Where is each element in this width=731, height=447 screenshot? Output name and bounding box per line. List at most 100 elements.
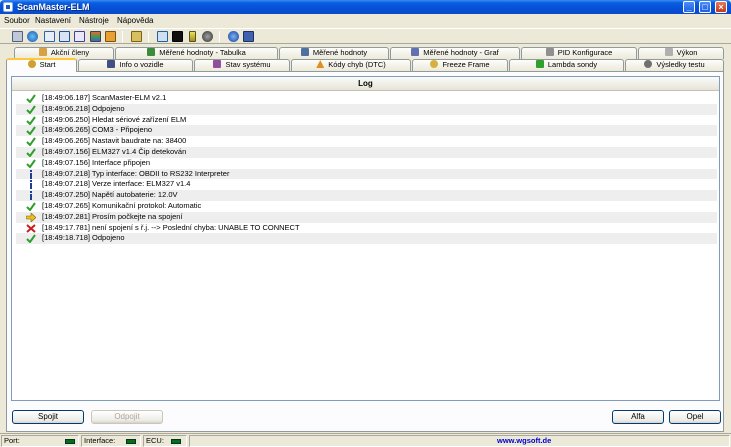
monitor-icon[interactable] (157, 31, 168, 42)
check-icon (26, 137, 36, 147)
lambda-icon (535, 60, 544, 68)
power-icon (664, 48, 673, 56)
interface-led (126, 439, 136, 444)
log-row[interactable]: [18:49:06.250] Hledat sériové zařízení E… (16, 115, 717, 126)
check-icon (26, 105, 36, 115)
battery-icon[interactable] (189, 31, 196, 42)
close-button[interactable]: × (715, 1, 727, 13)
tab-vysledky-testu[interactable]: Výsledky testu (625, 59, 724, 71)
status-bar: Port: Interface: ECU: www.wgsoft.de (0, 433, 731, 447)
settings-icon[interactable] (131, 31, 142, 42)
log-row-text: [18:49:06.265] Nastavit baudrate na: 384… (42, 136, 187, 146)
log-list[interactable]: Log [18:49:06.187] ScanMaster-ELM v2.1 [1… (11, 76, 720, 401)
start-icon (27, 60, 36, 68)
table-icon[interactable] (44, 31, 55, 42)
log-row-text: [18:49:07.250] Napětí autobaterie: 12.0V (42, 190, 178, 200)
tab-vykon[interactable]: Výkon (638, 47, 724, 59)
arrow-right-icon (25, 212, 37, 223)
record-icon[interactable] (202, 31, 213, 42)
menu-bar: Soubor Nastavení Nástroje Nápověda (0, 14, 731, 28)
log-row-text: [18:49:17.781] není spojení s ř.j. --> P… (42, 222, 300, 232)
ecu-led (171, 439, 181, 444)
tab-lambda-sondy[interactable]: Lambda sondy (509, 59, 624, 71)
log-row[interactable]: [18:49:06.265] Nastavit baudrate na: 384… (16, 136, 717, 147)
status-interface-segment: Interface: (81, 435, 141, 447)
log-row[interactable]: [18:49:07.218] Verze interface: ELM327 v… (16, 179, 717, 190)
log-row[interactable]: [18:49:06.187] ScanMaster-ELM v2.1 (16, 93, 717, 104)
menu-nastaveni[interactable]: Nastavení (35, 16, 71, 26)
alfa-button[interactable]: Alfa (612, 410, 664, 424)
tab-merene-hodnoty[interactable]: Měřené hodnoty (279, 47, 389, 59)
status-port-segment: Port: (1, 435, 79, 447)
opel-button[interactable]: Opel (669, 410, 721, 424)
check-icon (26, 234, 36, 244)
port-label: Port: (4, 436, 20, 445)
title-bar[interactable]: ScanMaster-ELM _ □ × (0, 0, 731, 14)
log-row[interactable]: [18:49:07.265] Komunikační protokol: Aut… (16, 201, 717, 212)
tab-kody-chyb[interactable]: Kódy chyb (DTC) (291, 59, 411, 71)
dtc-icon[interactable] (74, 31, 85, 42)
toolbar-separator (148, 31, 149, 42)
log-row[interactable]: [18:49:18.718] Odpojeno (16, 233, 717, 245)
test-icon (644, 60, 653, 68)
log-header: Log (12, 77, 719, 91)
disconnect-button[interactable]: Odpojit (91, 410, 163, 424)
log-row-text: [18:49:18.718] Odpojeno (42, 233, 125, 243)
info-icon (26, 169, 36, 179)
check-icon (26, 126, 36, 136)
car-info-icon (107, 60, 116, 68)
log-row-text: [18:49:07.218] Verze interface: ELM327 v… (42, 179, 191, 189)
status-ecu-segment: ECU: (143, 435, 187, 447)
log-row[interactable]: [18:49:06.218] Odpojeno (16, 103, 717, 115)
config-icon (545, 48, 554, 56)
info-icon (26, 191, 36, 201)
tab-start[interactable]: Start (6, 58, 77, 72)
gauge-icon (300, 48, 309, 56)
info-icon (26, 180, 36, 190)
log-row-text: [18:49:07.281] Prosím počkejte na spojen… (42, 211, 183, 221)
log-row-text: [18:49:06.187] ScanMaster-ELM v2.1 (42, 93, 167, 102)
warning-icon (316, 60, 325, 68)
tab-pid-konfigurace[interactable]: PID Konfigurace (521, 47, 637, 59)
log-row-text: [18:49:06.218] Odpojeno (42, 103, 125, 113)
menu-napoveda[interactable]: Nápověda (117, 16, 153, 26)
connect-icon[interactable] (12, 31, 23, 42)
grid-icon[interactable] (59, 31, 70, 42)
app-icon[interactable] (3, 2, 13, 12)
menu-nastroje[interactable]: Nástroje (79, 16, 109, 26)
toolbar-separator (122, 31, 123, 42)
minimize-button[interactable]: _ (683, 1, 695, 13)
website-link[interactable]: www.wgsoft.de (497, 435, 551, 447)
log-row[interactable]: [18:49:07.156] Interface připojen (16, 158, 717, 169)
info-icon[interactable] (228, 31, 239, 42)
tab-merene-hodnoty-tabulka[interactable]: Měřené hodnoty - Tabulka (115, 47, 278, 59)
maximize-button[interactable]: □ (699, 1, 711, 13)
globe-icon[interactable] (27, 31, 38, 42)
profile-icon[interactable] (105, 31, 116, 42)
tab-freeze-frame[interactable]: Freeze Frame (412, 59, 508, 71)
check-icon (26, 159, 36, 169)
port-led (65, 439, 75, 444)
log-row[interactable]: [18:49:07.281] Prosím počkejte na spojen… (16, 211, 717, 223)
log-row[interactable]: [18:49:06.265] COM3 - Připojeno (16, 125, 717, 137)
tab-info-o-vozidle[interactable]: Info o vozidle (78, 59, 193, 71)
log-row[interactable]: [18:49:17.781] není spojení s ř.j. --> P… (16, 223, 717, 234)
log-row[interactable]: [18:49:07.250] Napětí autobaterie: 12.0V (16, 190, 717, 201)
tab-merene-hodnoty-graf[interactable]: Měřené hodnoty - Graf (390, 47, 520, 59)
log-row-text: [18:49:06.250] Hledat sériové zařízení E… (42, 114, 187, 124)
terminal-icon[interactable] (172, 31, 183, 42)
freeze-icon (430, 60, 439, 68)
tab-stav-systemu[interactable]: Stav systému (194, 59, 290, 71)
toolbar-separator (219, 31, 220, 42)
check-icon (26, 202, 36, 212)
save-icon[interactable] (243, 31, 254, 42)
check-icon (26, 116, 36, 126)
scanmaster-window: ScanMaster-ELM _ □ × Soubor Nastavení Ná… (0, 0, 731, 447)
log-row[interactable]: [18:49:07.156] ELM327 v1.4 Čip detekován (16, 147, 717, 158)
menu-soubor[interactable]: Soubor (4, 16, 30, 26)
connect-button[interactable]: Spojit (12, 410, 84, 424)
chart-icon[interactable] (90, 31, 101, 42)
system-icon (213, 60, 222, 68)
log-row[interactable]: [18:49:07.218] Typ interface: OBDII to R… (16, 168, 717, 180)
actuator-icon (38, 48, 47, 56)
